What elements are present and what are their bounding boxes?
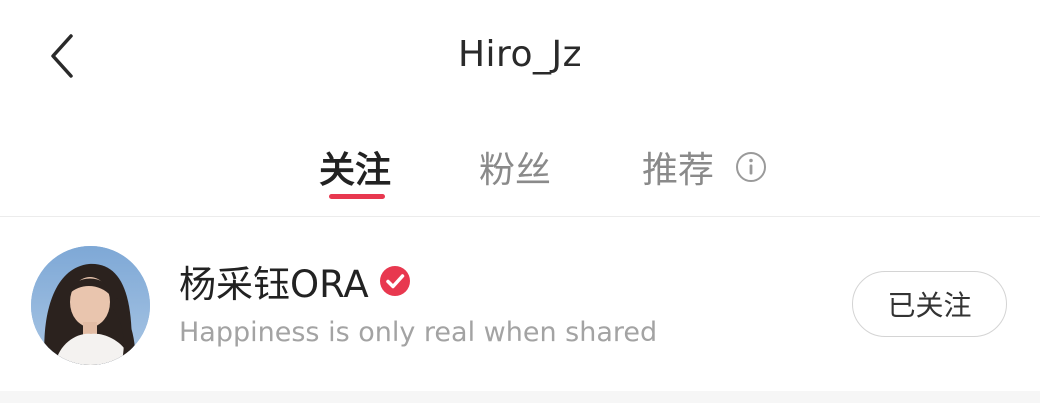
tab-followers[interactable]: 粉丝 <box>479 141 551 193</box>
top-nav-bar: Hiro_Jz <box>0 0 1040 115</box>
following-button[interactable]: 已关注 <box>852 271 1007 337</box>
user-bio: Happiness is only real when shared <box>179 317 658 348</box>
tab-following[interactable]: 关注 <box>319 141 391 193</box>
user-name-line: 杨采钰ORA <box>179 254 411 308</box>
list-separator <box>0 391 1040 403</box>
verified-badge-icon <box>379 266 410 296</box>
tab-bar: 关注 粉丝 推荐 <box>0 135 1040 215</box>
user-name[interactable]: 杨采钰ORA <box>179 254 369 308</box>
page-title: Hiro_Jz <box>457 34 583 75</box>
active-tab-indicator <box>329 194 385 199</box>
info-icon[interactable] <box>735 151 767 183</box>
tab-recommended[interactable]: 推荐 <box>642 141 714 193</box>
list-item[interactable]: 杨采钰ORA Happiness is only real when share… <box>0 217 1040 389</box>
avatar[interactable] <box>31 246 150 365</box>
